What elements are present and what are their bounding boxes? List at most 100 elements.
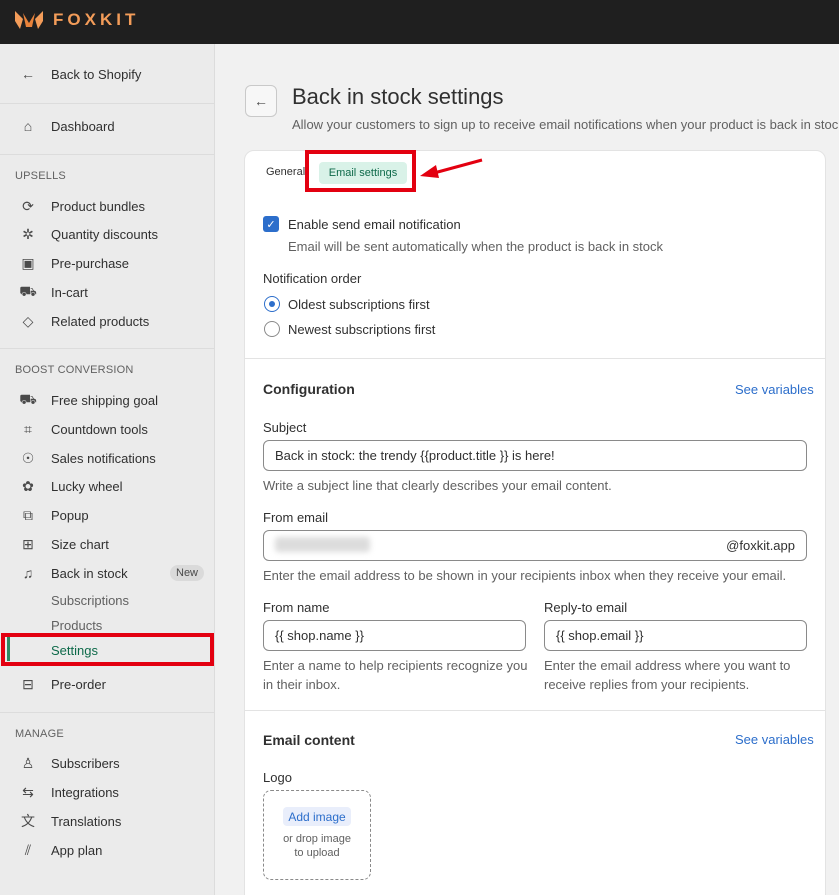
tab-general[interactable]: General	[266, 166, 305, 178]
back-button[interactable]: ←	[245, 85, 277, 117]
sidebar-item-countdown-tools[interactable]: ⌗ Countdown tools	[0, 416, 215, 442]
page-subtitle: Allow your customers to sign up to recei…	[292, 117, 839, 132]
red-arrow-icon	[420, 158, 483, 178]
email-content-title: Email content	[263, 732, 355, 748]
person-icon: ♙	[21, 754, 35, 771]
bundle-icon: ⟳	[22, 197, 34, 214]
nav-label: Dashboard	[51, 118, 115, 134]
nav-label: Products	[51, 617, 103, 633]
reply-to-label: Reply-to email	[544, 600, 628, 615]
sidebar-item-free-shipping-goal[interactable]: ⛟ Free shipping goal	[0, 387, 215, 413]
sidebar-item-translations[interactable]: 文 Translations	[0, 808, 215, 834]
reply-to-help: receive replies from your recipients.	[544, 677, 750, 692]
section-header-upsells: UPSELLS	[15, 170, 66, 182]
discount-icon: ✲	[22, 225, 34, 242]
reply-to-help: Enter the email address where you want t…	[544, 658, 791, 673]
highlight-box-email-tab	[305, 150, 416, 192]
notification-order-label: Notification order	[263, 271, 362, 286]
sidebar-item-back-in-stock[interactable]: ♫ Back in stock New	[0, 560, 215, 586]
logo-label: Logo	[263, 770, 292, 785]
inbox-icon: ⊟	[22, 675, 34, 692]
add-image-button[interactable]: Add image	[283, 807, 351, 826]
radio-newest[interactable]	[264, 321, 280, 337]
nav-label: Back in stock	[51, 565, 128, 581]
sidebar-item-integrations[interactable]: ⇆ Integrations	[0, 779, 215, 805]
fox-logo-icon	[15, 11, 43, 29]
checkmark-icon: ✓	[266, 218, 276, 231]
from-email-suffix: @foxkit.app	[726, 538, 795, 553]
top-bar: FOXKIT	[0, 0, 839, 44]
shirt-icon: ⊞	[22, 535, 34, 552]
arrow-left-icon: ←	[254, 93, 268, 109]
from-email-label: From email	[263, 510, 329, 525]
enable-email-checkbox[interactable]: ✓	[263, 216, 279, 232]
nav-label: Pre-order	[51, 676, 106, 692]
see-variables-link[interactable]: See variables	[735, 382, 814, 397]
settings-card	[244, 150, 826, 895]
radio-newest-label: Newest subscriptions first	[288, 322, 436, 337]
from-name-help: in their inbox.	[263, 677, 341, 692]
brand-name: FOXKIT	[53, 10, 140, 29]
from-name-help: Enter a name to help recipients recogniz…	[263, 658, 528, 673]
sidebar-item-sales-notifications[interactable]: ☉ Sales notifications	[0, 445, 215, 471]
section-header-manage: MANAGE	[15, 728, 64, 740]
nav-label: Lucky wheel	[51, 478, 123, 494]
divider	[245, 710, 825, 711]
radio-oldest-label: Oldest subscriptions first	[288, 297, 430, 312]
nav-label: App plan	[51, 842, 103, 858]
dropzone-hint-line: to upload	[294, 847, 340, 859]
nav-label: Countdown tools	[51, 421, 148, 437]
countdown-icon: ⌗	[24, 420, 32, 437]
sidebar-item-app-plan[interactable]: ⫽ App plan	[0, 837, 215, 863]
dropzone-hint-line: or drop image	[283, 833, 351, 845]
section-header-boost-conversion: BOOST CONVERSION	[15, 364, 134, 376]
radio-oldest[interactable]	[264, 296, 280, 312]
nav-label: Free shipping goal	[51, 392, 158, 408]
subject-help: Write a subject line that clearly descri…	[263, 478, 612, 493]
from-name-input[interactable]: {{ shop.name }}	[263, 620, 526, 651]
sidebar-item-dashboard[interactable]: ⌂ Dashboard	[0, 113, 215, 139]
tag-icon: ◇	[22, 312, 34, 329]
translate-icon: 文	[21, 813, 35, 829]
new-badge: New	[170, 565, 205, 581]
nav-label: Popup	[51, 507, 89, 523]
nav-label: Pre-purchase	[51, 255, 130, 271]
sidebar-item-size-chart[interactable]: ⊞ Size chart	[0, 531, 215, 557]
subject-label: Subject	[263, 420, 307, 435]
sidebar-item-product-bundles[interactable]: ⟳ Product bundles	[0, 193, 215, 219]
divider	[0, 103, 215, 104]
bell-icon: ♫	[22, 565, 34, 581]
nav-label: Subscriptions	[51, 592, 130, 608]
cart-icon: ⛟	[19, 282, 37, 299]
popup-icon: ⧉	[23, 506, 33, 523]
nav-label: Sales notifications	[51, 450, 156, 466]
foxkit-logo[interactable]: FOXKIT	[15, 9, 139, 31]
divider	[245, 358, 825, 359]
page-title: Back in stock settings	[292, 84, 504, 109]
sidebar-item-subscribers[interactable]: ♙ Subscribers	[0, 750, 215, 776]
sidebar-item-popup[interactable]: ⧉ Popup	[0, 502, 215, 528]
redacted-email	[275, 537, 370, 552]
sidebar-item-subscriptions[interactable]: Subscriptions	[0, 587, 215, 613]
reply-to-input[interactable]: {{ shop.email }}	[544, 620, 807, 651]
dropzone-hint: or drop image to upload	[263, 832, 371, 860]
see-variables-link[interactable]: See variables	[735, 732, 814, 747]
sidebar-item-quantity-discounts[interactable]: ✲ Quantity discounts	[0, 221, 215, 247]
nav-label: Related products	[51, 313, 150, 329]
link-icon: ⇆	[22, 783, 34, 800]
nav-label: Integrations	[51, 784, 119, 800]
shipping-cart-icon: ⛟	[19, 390, 37, 407]
sidebar-item-related-products[interactable]: ◇ Related products	[0, 308, 215, 334]
sidebar-item-in-cart[interactable]: ⛟ In-cart	[0, 279, 215, 305]
sidebar-item-pre-order[interactable]: ⊟ Pre-order	[0, 671, 215, 697]
nav-label: Quantity discounts	[51, 226, 158, 242]
bag-icon: ▣	[21, 254, 35, 271]
subject-input[interactable]: Back in stock: the trendy {{product.titl…	[263, 440, 807, 471]
nav-label: Translations	[51, 813, 122, 829]
sidebar-item-lucky-wheel[interactable]: ✿ Lucky wheel	[0, 473, 215, 499]
divider	[0, 712, 215, 713]
nav-label: Product bundles	[51, 198, 145, 214]
back-to-shopify-link[interactable]: ← Back to Shopify	[0, 61, 215, 87]
sidebar-item-pre-purchase[interactable]: ▣ Pre-purchase	[0, 250, 215, 276]
configuration-title: Configuration	[263, 381, 355, 397]
